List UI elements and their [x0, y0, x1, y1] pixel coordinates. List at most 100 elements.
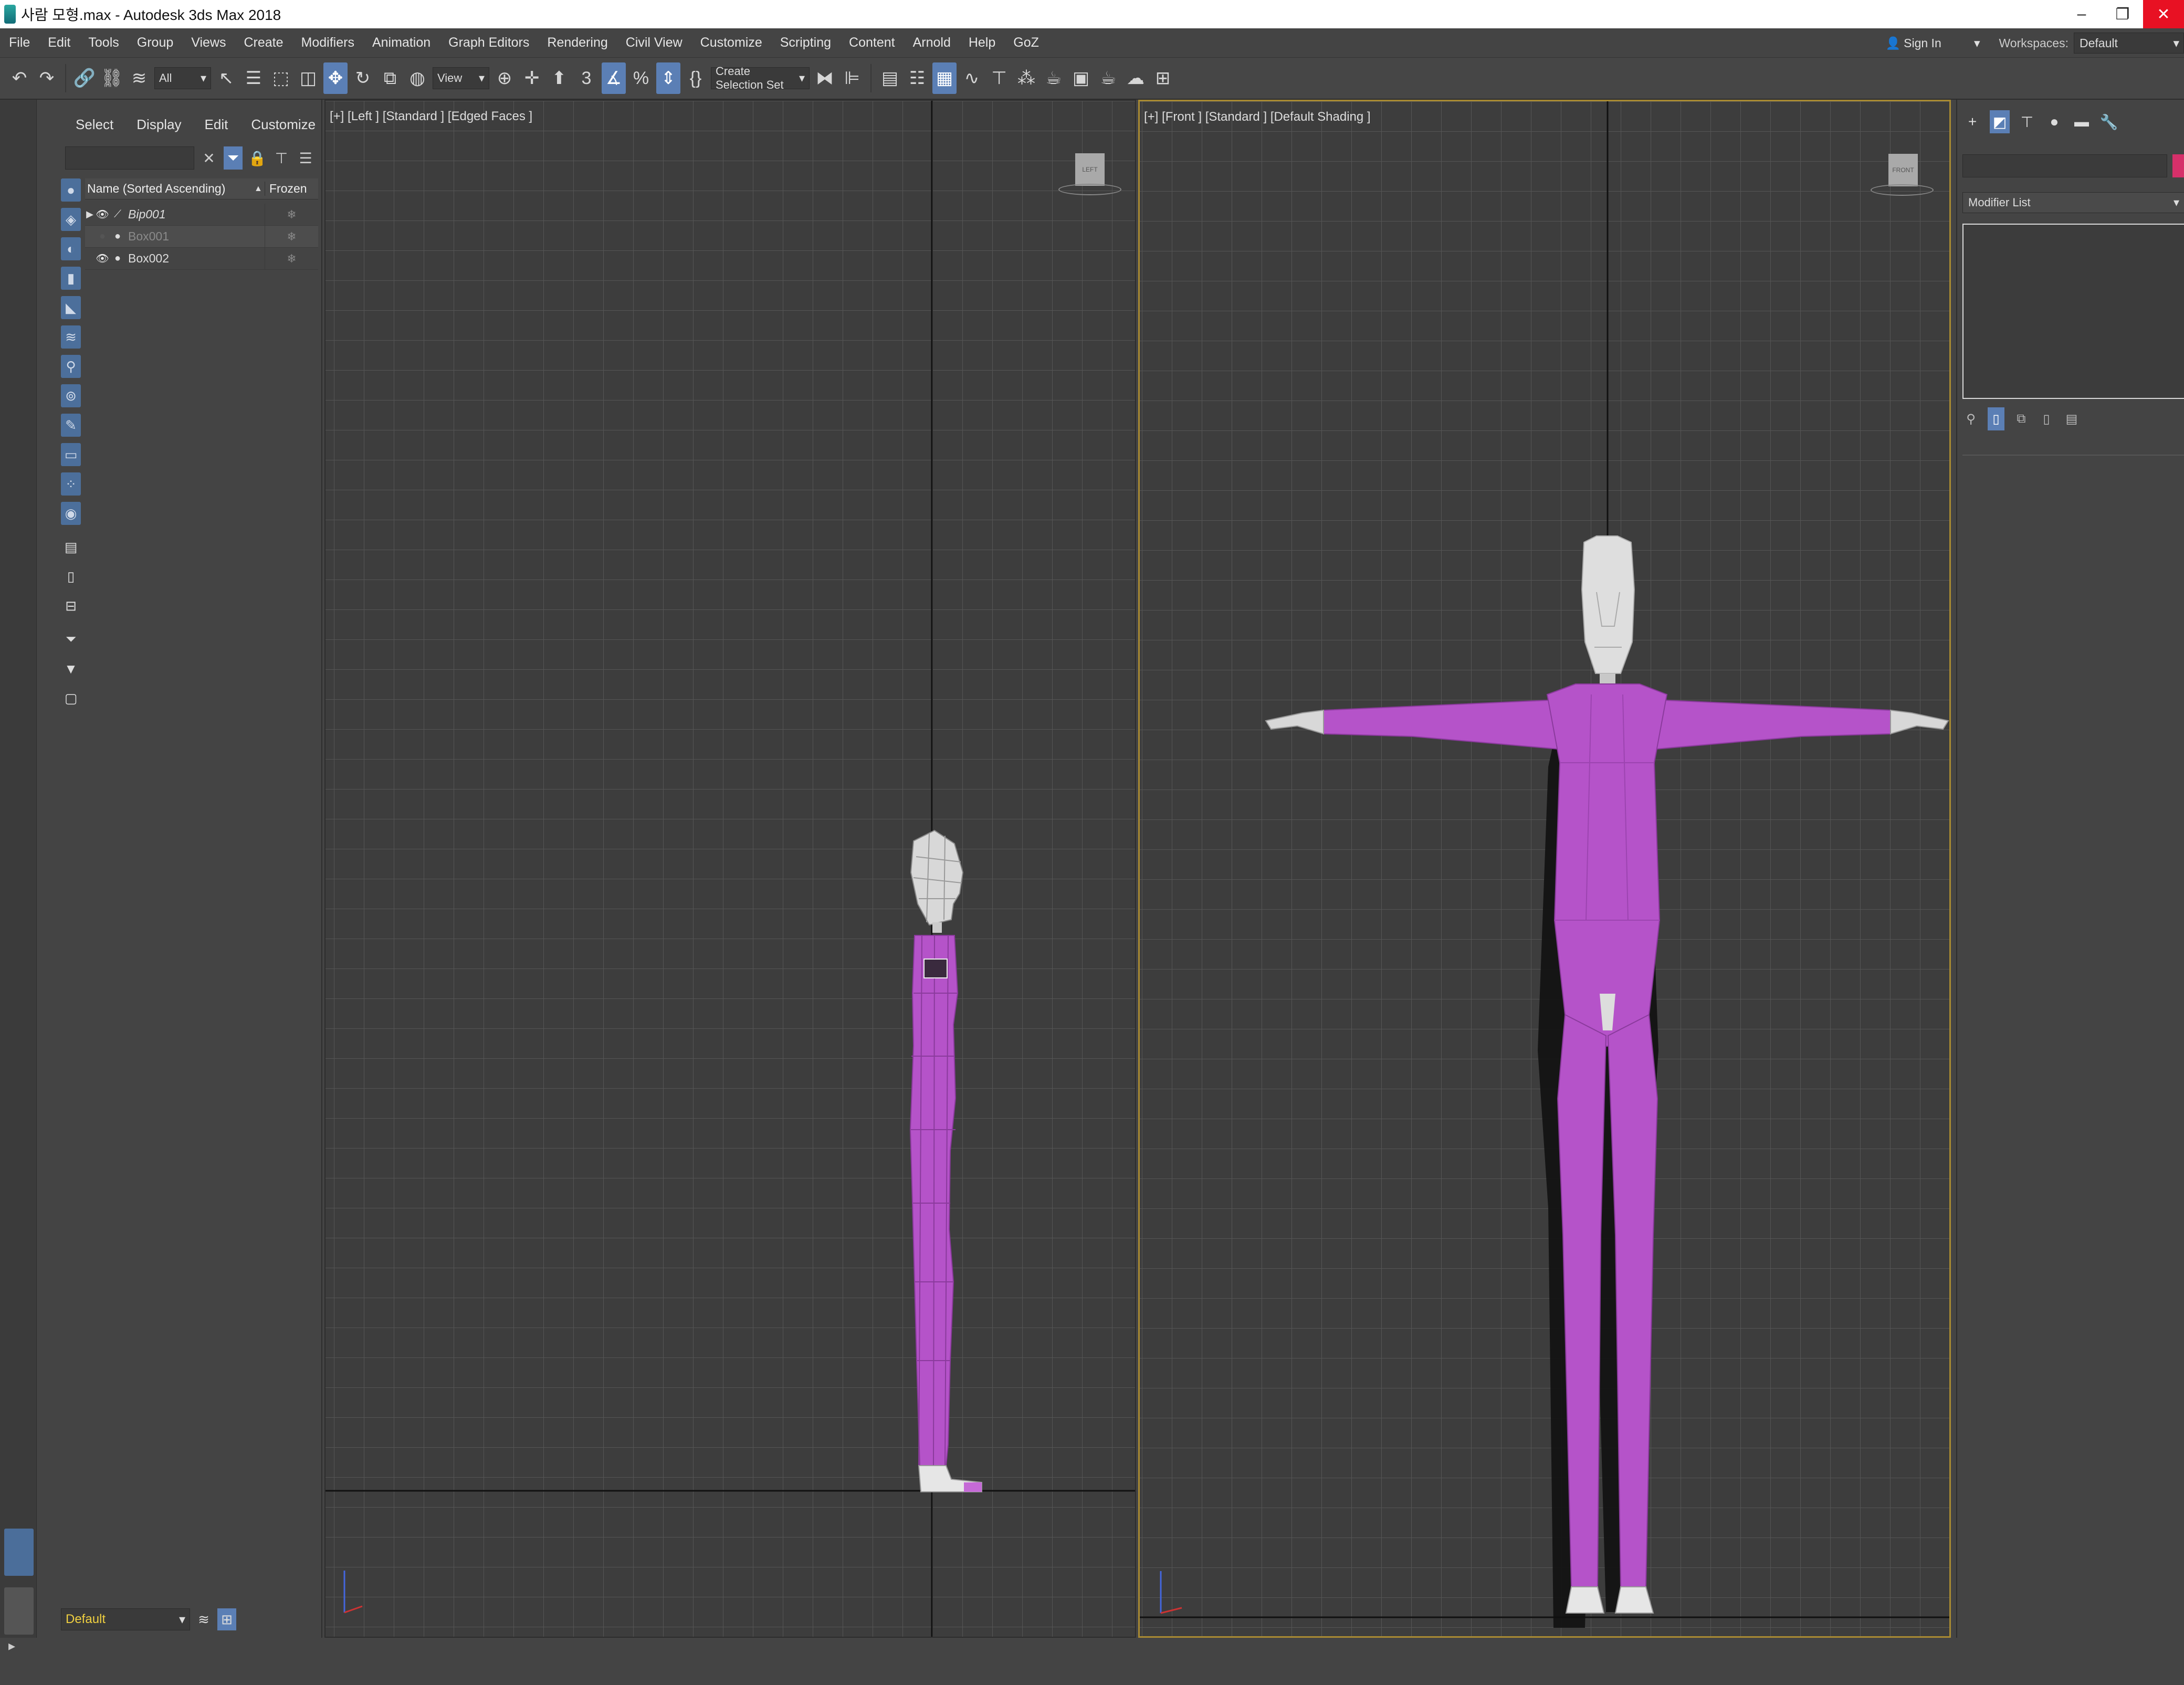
restore-button[interactable]: ❐ [2102, 0, 2143, 28]
name-column-header[interactable]: Name (Sorted Ascending) [85, 182, 254, 196]
sign-in-button[interactable]: 👤 Sign In ▾ [1880, 31, 1983, 55]
xref-filter-icon[interactable]: ✎ [61, 414, 81, 437]
menu-help[interactable]: Help [960, 35, 1004, 50]
toggle-ribbon-icon[interactable]: ▦ [932, 62, 957, 94]
keyboard-shortcut-toggle-icon[interactable]: ⬆ [547, 62, 571, 94]
menu-rendering[interactable]: Rendering [538, 35, 616, 50]
selection-filter-dropdown[interactable]: All ▾ [154, 67, 211, 89]
render-production-icon[interactable]: ☕ [1096, 62, 1120, 94]
explorer-search-input[interactable] [65, 146, 194, 170]
modifier-stack[interactable] [1962, 224, 2184, 399]
spacewarp-filter-icon[interactable]: ⚲ [61, 355, 81, 378]
place-icon[interactable]: ◍ [405, 62, 429, 94]
workspace-select[interactable]: Default ▾ [2074, 33, 2184, 54]
filter-icon[interactable]: ⏷ [224, 146, 243, 170]
snowflake-icon[interactable]: ❄ [265, 247, 318, 270]
menu-edit[interactable]: Edit [39, 35, 79, 50]
reference-coordinate-dropdown[interactable]: View ▾ [433, 67, 489, 89]
menu-goz[interactable]: GoZ [1004, 35, 1048, 50]
display-all-icon[interactable]: ● [61, 178, 81, 202]
pin-stack-icon[interactable]: ⚲ [1962, 407, 1979, 430]
move-icon[interactable]: ✥ [323, 62, 348, 94]
window-crossing-icon[interactable]: ◫ [296, 62, 320, 94]
bone-filter-icon[interactable]: ▭ [61, 443, 81, 466]
align-icon[interactable]: ⊫ [840, 62, 864, 94]
viewport-layout-button[interactable] [4, 1529, 34, 1576]
menu-animation[interactable]: Animation [363, 35, 439, 50]
camera-filter-icon[interactable]: ◣ [61, 296, 81, 319]
object-name-field[interactable] [1962, 154, 2167, 177]
eye-icon[interactable]: 👁 [94, 252, 110, 265]
undo-icon[interactable]: ↶ [7, 62, 32, 94]
select-object-icon[interactable]: ↖ [214, 62, 238, 94]
remove-modifier-icon[interactable]: ▯ [2038, 407, 2055, 430]
display-none-icon[interactable]: ▯ [61, 565, 81, 588]
hierarchy-icon[interactable]: ⊤ [272, 146, 291, 170]
make-unique-icon[interactable]: ⧉ [2013, 407, 2030, 430]
menu-graph-editors[interactable]: Graph Editors [439, 35, 538, 50]
menu-views[interactable]: Views [182, 35, 235, 50]
material-editor-icon[interactable]: ⁂ [1014, 62, 1038, 94]
layer-dropdown[interactable]: Default ▾ [61, 1608, 190, 1630]
schematic-view-icon[interactable]: ⊤ [987, 62, 1011, 94]
select-by-name-icon[interactable]: ☰ [242, 62, 266, 94]
modifier-list-dropdown[interactable]: Modifier List ▾ [1962, 192, 2184, 213]
list-item[interactable]: ● ● Box001 ❄ [85, 225, 318, 248]
curve-editor-icon[interactable]: ∿ [960, 62, 984, 94]
tab-select[interactable]: Select [76, 117, 113, 133]
tab-edit[interactable]: Edit [205, 117, 228, 133]
snaps-toggle-icon[interactable]: 3 [574, 62, 598, 94]
frozen-column-header[interactable]: Frozen [265, 182, 318, 196]
a360-gallery-icon[interactable]: ⊞ [1151, 62, 1175, 94]
redo-icon[interactable]: ↷ [35, 62, 59, 94]
menu-scripting[interactable]: Scripting [771, 35, 840, 50]
snowflake-icon[interactable]: ❄ [265, 203, 318, 226]
menu-group[interactable]: Group [128, 35, 182, 50]
sort-explorer-icon[interactable]: ⊞ [217, 1608, 236, 1630]
viewport-label[interactable]: [+] [Front ] [Standard ] [Default Shadin… [1144, 110, 1371, 124]
menu-content[interactable]: Content [840, 35, 904, 50]
display-tab-icon[interactable]: ▬ [2072, 110, 2092, 133]
angle-snap-icon[interactable]: ∡ [602, 62, 626, 94]
utilities-tab-icon[interactable]: 🔧 [2099, 110, 2119, 133]
tab-display[interactable]: Display [136, 117, 181, 133]
helper-filter-icon[interactable]: ≋ [61, 325, 81, 349]
menu-customize[interactable]: Customize [691, 35, 771, 50]
viewport-label[interactable]: [+] [Left ] [Standard ] [Edged Faces ] [330, 109, 532, 124]
motion-tab-icon[interactable]: ● [2044, 110, 2064, 133]
bind-space-warp-icon[interactable]: ≋ [127, 62, 151, 94]
modify-tab-icon[interactable]: ◩ [1990, 110, 2010, 133]
pivot-center-icon[interactable]: ⊕ [492, 62, 517, 94]
tab-customize[interactable]: Customize [251, 117, 316, 133]
frozen-filter-icon[interactable]: ◉ [61, 502, 81, 525]
invert-display-icon[interactable]: ⊟ [61, 594, 81, 617]
menu-tools[interactable]: Tools [79, 35, 128, 50]
viewcube[interactable]: LEFT [1075, 153, 1105, 186]
viewport-left[interactable]: [+] [Left ] [Standard ] [Edged Faces ] L… [324, 100, 1136, 1638]
create-tab-icon[interactable]: + [1962, 110, 1982, 133]
named-selection-dropdown[interactable]: Create Selection Set ▾ [711, 65, 810, 91]
expand-arrow-icon[interactable]: ▶ [85, 209, 94, 220]
group-filter-icon[interactable]: ⊚ [61, 384, 81, 407]
configure-modifier-sets-icon[interactable]: ▤ [2063, 407, 2080, 430]
viewport-front[interactable]: [+] [Front ] [Standard ] [Default Shadin… [1138, 100, 1951, 1638]
geometry-filter-icon[interactable]: ◈ [61, 208, 81, 231]
viewcube[interactable]: FRONT [1888, 154, 1918, 186]
scene-explorer-icon[interactable]: ▤ [878, 62, 902, 94]
viewport-layout-grid-button[interactable] [4, 1587, 34, 1635]
link-icon[interactable]: 🔗 [72, 62, 97, 94]
scale-icon[interactable]: ⧉ [378, 62, 402, 94]
menu-create[interactable]: Create [235, 35, 292, 50]
viewcube-ring[interactable] [1871, 184, 1934, 196]
render-setup-icon[interactable]: ☕ [1042, 62, 1066, 94]
spinner-snap-icon[interactable]: ⇕ [656, 62, 680, 94]
eye-icon[interactable]: ● [94, 230, 110, 243]
object-color-swatch[interactable] [2172, 154, 2184, 177]
viewcube-ring[interactable] [1058, 184, 1121, 195]
eye-icon[interactable]: 👁 [94, 208, 110, 221]
layers-icon[interactable]: ≋ [194, 1608, 213, 1630]
hierarchy-tab-icon[interactable]: ⊤ [2017, 110, 2037, 133]
filter-toggle-icon[interactable]: ⏷ [61, 628, 81, 651]
menu-modifiers[interactable]: Modifiers [292, 35, 363, 50]
lock-icon[interactable]: 🔒 [248, 146, 267, 170]
